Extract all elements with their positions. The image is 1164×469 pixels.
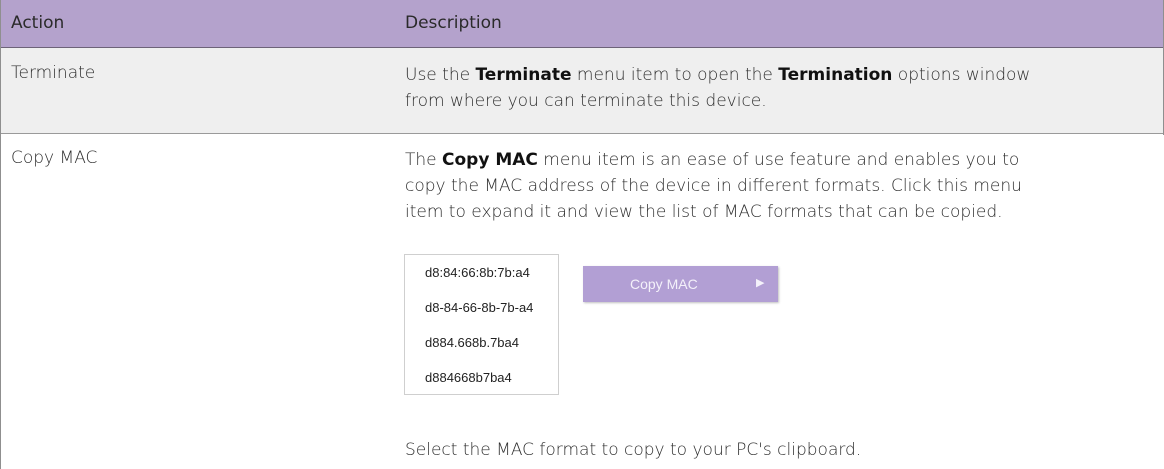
copy-mac-label: Copy MAC: [630, 276, 698, 292]
mac-format-list: d8:84:66:8b:7b:a4 d8-84-66-8b-7b-a4 d884…: [404, 254, 559, 395]
description-line: Use the Terminate menu item to open the …: [405, 62, 1120, 88]
description-line: copy the MAC address of the device in di…: [405, 176, 1022, 196]
description-line: The Copy MAC menu item is an ease of use…: [405, 147, 1120, 173]
mac-format-item[interactable]: d884.668b.7ba4: [425, 335, 519, 350]
header-action: Action: [11, 13, 65, 33]
copy-mac-menu-item[interactable]: Copy MAC ▶: [583, 266, 778, 302]
text-run: menu item to open the: [571, 65, 779, 85]
text-run: The: [405, 150, 443, 170]
triangle-right-icon: ▶: [756, 277, 765, 289]
action-terminate: Terminate: [11, 63, 96, 83]
description-line: item to expand it and view the list of M…: [405, 202, 1003, 222]
mac-format-item[interactable]: d884668b7ba4: [425, 370, 512, 385]
action-description-table: Action Description Terminate Use the Ter…: [0, 0, 1164, 469]
table-row-terminate: Terminate Use the Terminate menu item to…: [0, 48, 1164, 134]
table-header: Action Description: [0, 0, 1164, 48]
description-terminate: Use the Terminate menu item to open the …: [405, 62, 1120, 114]
text-run: Use the: [405, 65, 476, 85]
table-row-copy-mac: Copy MAC The Copy MAC menu item is an ea…: [0, 134, 1164, 469]
description-footer: Select the MAC format to copy to your PC…: [405, 440, 862, 460]
table-border-left: [0, 0, 1, 469]
text-run: menu item is an ease of use feature and …: [537, 150, 1020, 170]
description-copy-mac: The Copy MAC menu item is an ease of use…: [405, 147, 1120, 225]
mac-format-item[interactable]: d8:84:66:8b:7b:a4: [425, 265, 530, 280]
text-run: options window: [892, 65, 1031, 85]
mac-format-item[interactable]: d8-84-66-8b-7b-a4: [425, 300, 533, 315]
header-description: Description: [405, 13, 502, 33]
bold-term: Termination: [778, 65, 893, 85]
description-line: from where you can terminate this device…: [405, 91, 767, 111]
bold-term: Copy MAC: [442, 150, 538, 170]
bold-term: Terminate: [475, 65, 572, 85]
action-copy-mac: Copy MAC: [11, 148, 98, 168]
